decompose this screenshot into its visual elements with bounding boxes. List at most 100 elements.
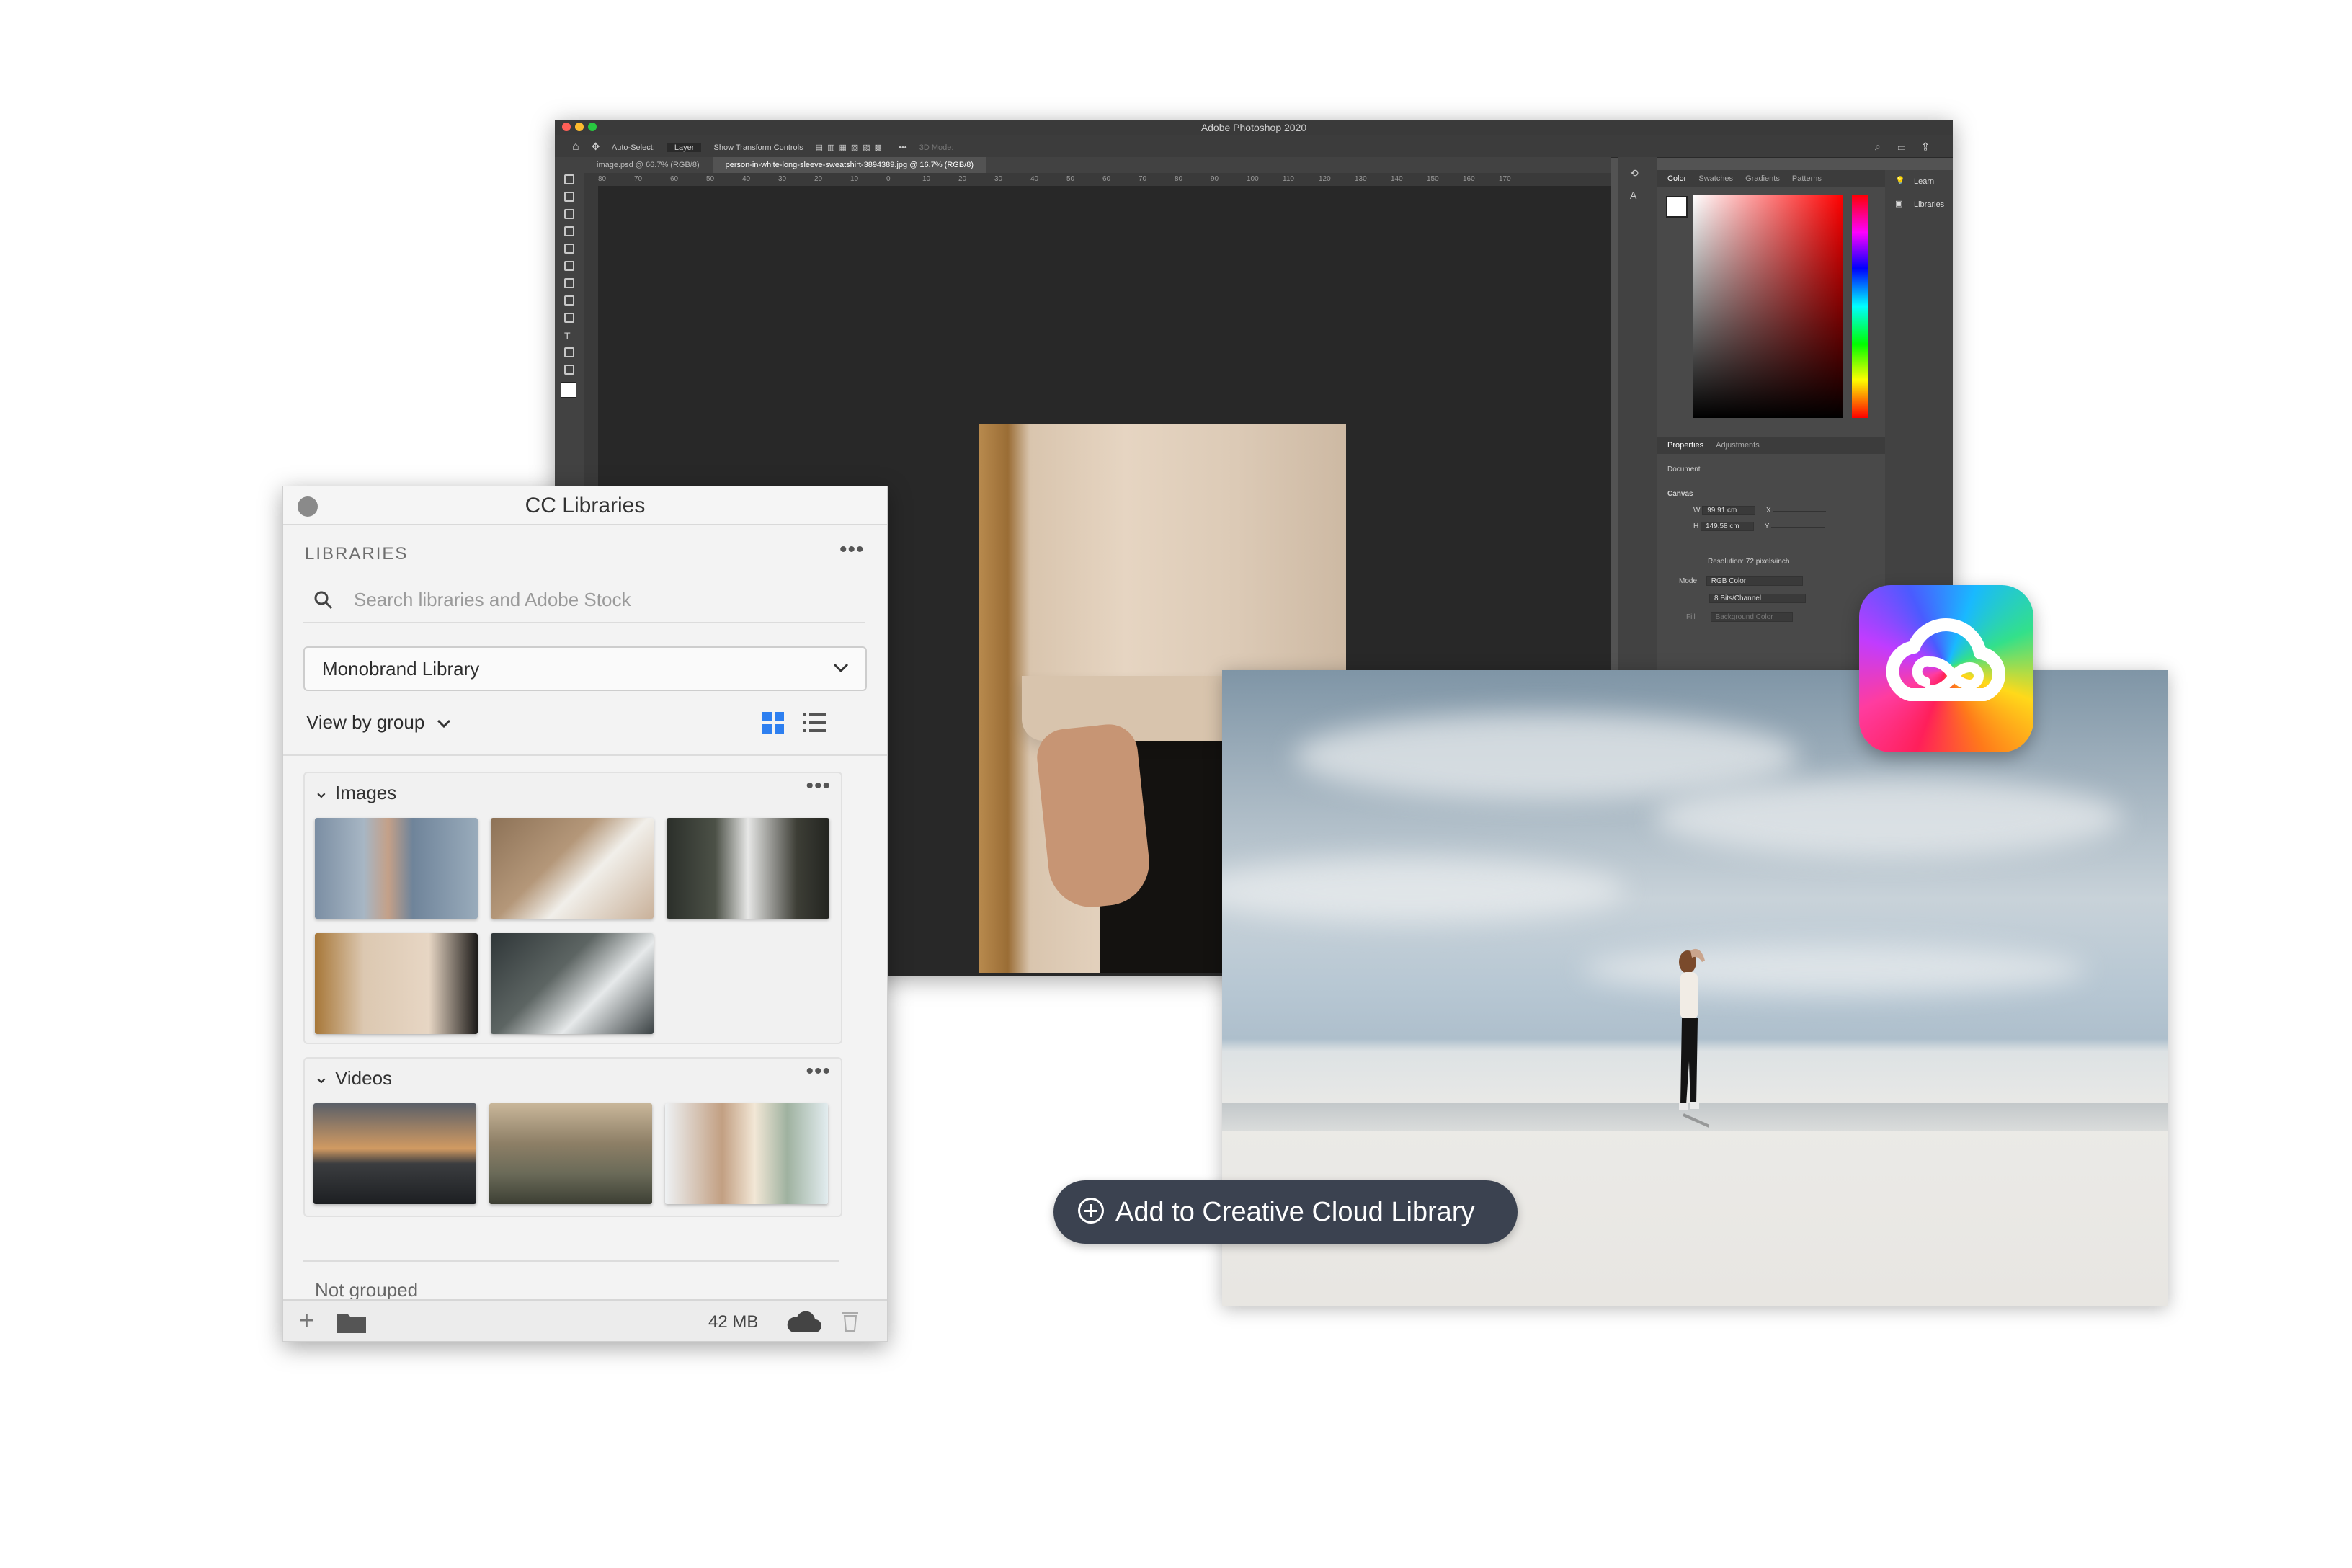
video-thumbnail[interactable] bbox=[489, 1103, 652, 1204]
search-bar[interactable]: Search libraries and Adobe Stock bbox=[303, 579, 865, 623]
auto-select-label[interactable]: Auto-Select: bbox=[612, 143, 655, 152]
close-panel-button[interactable] bbox=[298, 496, 318, 517]
not-grouped-label: Not grouped bbox=[315, 1279, 419, 1301]
more-options-icon[interactable]: ••• bbox=[899, 143, 907, 152]
show-transform-controls-checkbox[interactable]: Show Transform Controls bbox=[714, 143, 803, 152]
ruler-tick-label: 170 bbox=[1499, 175, 1511, 183]
move-tool-icon[interactable] bbox=[564, 174, 574, 184]
color-panel-tabs: Color Swatches Gradients Patterns bbox=[1657, 170, 1885, 187]
tab-person-jpg[interactable]: person-in-white-long-sleeve-sweatshirt-3… bbox=[712, 157, 987, 173]
collapse-chevron-icon[interactable]: ⌄ bbox=[313, 780, 329, 803]
zoom-window-button[interactable] bbox=[588, 122, 597, 131]
fg-bg-swatch[interactable] bbox=[1666, 196, 1688, 218]
group-menu-icon[interactable]: ••• bbox=[806, 775, 831, 797]
tab-adjustments[interactable]: Adjustments bbox=[1716, 441, 1760, 450]
home-icon[interactable]: ⌂ bbox=[572, 141, 579, 153]
image-thumbnail[interactable] bbox=[315, 818, 478, 919]
auto-select-dropdown[interactable]: Layer bbox=[667, 143, 702, 152]
library-select[interactable]: Monobrand Library bbox=[303, 646, 867, 691]
y-field[interactable] bbox=[1771, 527, 1825, 528]
fill-dropdown[interactable]: Background Color bbox=[1710, 612, 1793, 622]
window-controls[interactable] bbox=[562, 120, 601, 135]
eraser-tool-icon[interactable] bbox=[564, 278, 574, 288]
video-thumbnail[interactable] bbox=[665, 1103, 828, 1204]
libraries-menu-icon[interactable]: ••• bbox=[839, 539, 865, 561]
video-thumbnail[interactable] bbox=[313, 1103, 476, 1204]
close-window-button[interactable] bbox=[562, 122, 571, 131]
x-field[interactable] bbox=[1773, 511, 1827, 512]
ruler-tick-label: 0 bbox=[886, 175, 891, 183]
gradient-tool-icon[interactable] bbox=[564, 295, 574, 306]
cloud-sync-icon[interactable] bbox=[785, 1309, 822, 1334]
group-title: Images bbox=[335, 782, 397, 803]
ruler-tick-label: 140 bbox=[1391, 175, 1403, 183]
brush-tool-icon[interactable] bbox=[564, 244, 574, 254]
tab-gradients[interactable]: Gradients bbox=[1745, 174, 1780, 183]
collapse-chevron-icon[interactable]: ⌄ bbox=[313, 1066, 329, 1088]
ruler-tick-label: 130 bbox=[1355, 175, 1367, 183]
list-view-icon[interactable] bbox=[802, 711, 827, 734]
group-title: Videos bbox=[335, 1067, 393, 1089]
zoom-tool-icon[interactable] bbox=[564, 365, 574, 375]
horizontal-ruler: 80 70 60 50 40 30 20 10 0 10 20 30 40 50 60 70 80 90 100 11… bbox=[598, 173, 1611, 186]
hue-slider[interactable] bbox=[1852, 195, 1868, 418]
minimize-window-button[interactable] bbox=[575, 122, 584, 131]
image-thumbnail[interactable] bbox=[667, 818, 829, 919]
chevron-down-icon bbox=[833, 663, 849, 673]
bits-dropdown[interactable]: 8 Bits/Channel bbox=[1709, 594, 1806, 603]
ruler-tick-label: 40 bbox=[1030, 175, 1039, 183]
pen-tool-icon[interactable] bbox=[564, 313, 574, 323]
tab-image-psd[interactable]: image.psd @ 66.7% (RGB/8) bbox=[584, 157, 713, 173]
creative-cloud-icon bbox=[1859, 585, 2034, 752]
add-icon[interactable]: + bbox=[299, 1305, 314, 1335]
foreground-color-swatch[interactable] bbox=[561, 382, 576, 398]
tab-properties[interactable]: Properties bbox=[1667, 441, 1703, 450]
ruler-tick-label: 20 bbox=[958, 175, 967, 183]
color-picker-field[interactable] bbox=[1693, 195, 1843, 418]
view-by-dropdown[interactable]: View by group bbox=[306, 711, 452, 734]
tab-swatches[interactable]: Swatches bbox=[1698, 174, 1733, 183]
mode-dropdown[interactable]: RGB Color bbox=[1706, 576, 1803, 586]
selected-library: Monobrand Library bbox=[322, 658, 480, 680]
search-input[interactable]: Search libraries and Adobe Stock bbox=[354, 589, 631, 611]
ruler-tick-label: 150 bbox=[1427, 175, 1439, 183]
grid-view-icon[interactable] bbox=[762, 711, 785, 734]
creative-cloud-logo-icon bbox=[1886, 618, 2005, 701]
view-by-label: View by group bbox=[306, 711, 425, 733]
add-to-cc-library-button[interactable]: Add to Creative Cloud Library bbox=[1054, 1180, 1518, 1244]
standing-woman bbox=[1679, 948, 1709, 1128]
search-icon[interactable]: ⌕ ▭ ⇪ bbox=[1875, 135, 1936, 157]
trash-icon[interactable] bbox=[841, 1309, 860, 1332]
tab-patterns[interactable]: Patterns bbox=[1792, 174, 1822, 183]
group-images: ⌄ Images ••• bbox=[303, 772, 842, 1044]
ruler-tick-label: 30 bbox=[994, 175, 1003, 183]
tab-color[interactable]: Color bbox=[1667, 174, 1686, 183]
folder-icon[interactable] bbox=[337, 1311, 367, 1334]
shape-tool-icon[interactable] bbox=[564, 347, 574, 357]
type-tool-icon[interactable]: T bbox=[564, 330, 574, 342]
panel-title: CC Libraries bbox=[283, 486, 887, 525]
image-thumbnail[interactable] bbox=[315, 933, 478, 1034]
stamp-tool-icon[interactable] bbox=[564, 261, 574, 271]
width-field[interactable]: 99.91 cm bbox=[1702, 506, 1756, 515]
eyedropper-tool-icon[interactable] bbox=[564, 226, 574, 236]
resolution-text: Resolution: 72 pixels/inch bbox=[1708, 558, 1790, 566]
glyph-icon[interactable]: A bbox=[1630, 190, 1657, 201]
crop-tool-icon[interactable] bbox=[564, 209, 574, 219]
lasso-tool-icon[interactable] bbox=[564, 192, 574, 202]
height-field[interactable]: 149.58 cm bbox=[1701, 522, 1755, 531]
options-bar: ⌂ ✥ Auto-Select: Layer Show Transform Co… bbox=[555, 135, 1953, 158]
libraries-panel-button[interactable]: ▣ Libraries bbox=[1885, 193, 1953, 216]
learn-panel-button[interactable]: 💡 Learn bbox=[1885, 170, 1953, 193]
height-label: H bbox=[1693, 522, 1699, 530]
ruler-tick-label: 30 bbox=[778, 175, 787, 183]
group-menu-icon[interactable]: ••• bbox=[806, 1061, 831, 1082]
history-icon[interactable]: ⟲ bbox=[1630, 167, 1657, 179]
align-icons[interactable]: ▤▥▦▧▨▩ bbox=[816, 143, 886, 152]
cc-libraries-panel: CC Libraries LIBRARIES ••• Search librar… bbox=[282, 486, 888, 1342]
width-label: W bbox=[1693, 507, 1701, 514]
ruler-tick-label: 60 bbox=[670, 175, 679, 183]
image-thumbnail[interactable] bbox=[491, 933, 654, 1034]
image-thumbnail[interactable] bbox=[491, 818, 654, 919]
move-tool-icon[interactable]: ✥ bbox=[592, 141, 600, 152]
